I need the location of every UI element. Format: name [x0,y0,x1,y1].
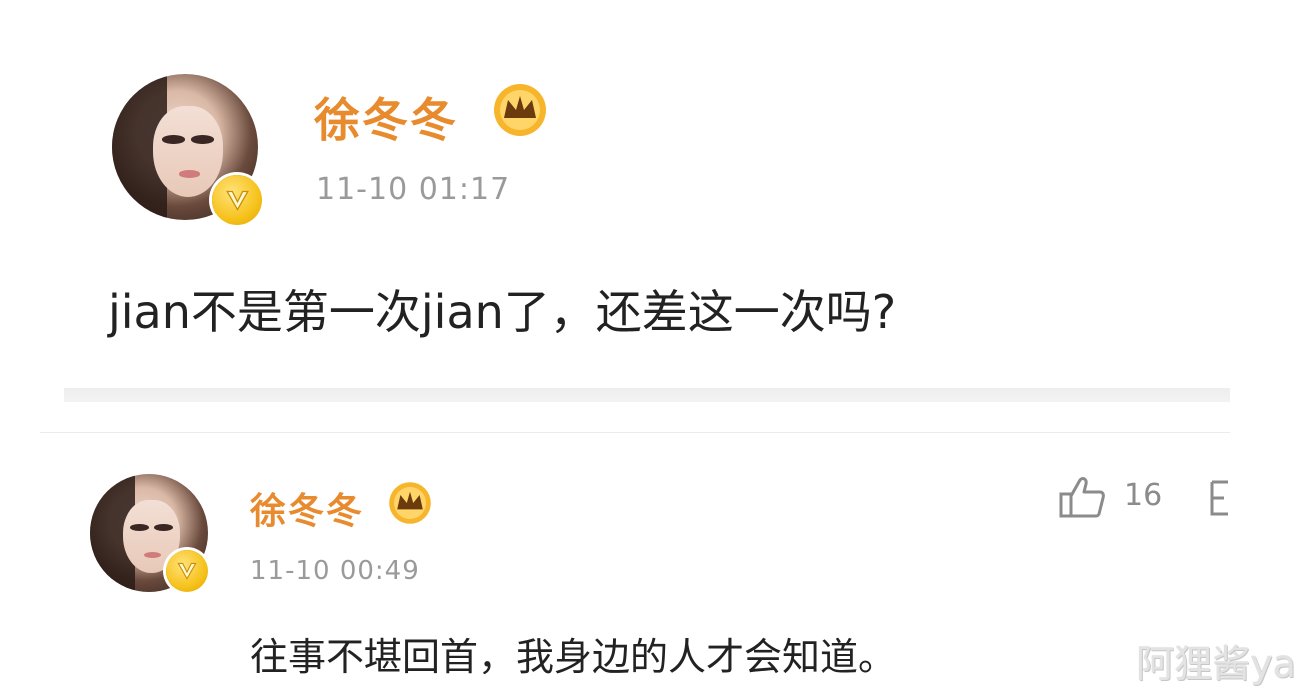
verified-badge-icon [212,175,262,225]
post-username[interactable]: 徐冬冬 [314,84,458,150]
avatar-eye-left [130,523,149,531]
watermark: 阿狸酱ya [1136,642,1296,686]
avatar-face [152,106,223,197]
like-count: 16 [1124,478,1163,513]
post-text: jian不是第一次jian了，还差这一次吗? [108,285,897,339]
vip-crown-icon [389,482,431,524]
vip-crown-icon [494,84,546,136]
avatar-eye-left [161,135,185,145]
verified-badge-icon [166,550,208,592]
post-time: 11-10 01:17 [316,172,511,207]
avatar-lips [144,551,161,558]
avatar-lips [179,170,200,178]
section-divider [64,388,1230,402]
weibo-post: 徐冬冬 11-10 01:17 jian不是第一次jian了，还差这一次吗? [0,0,1310,380]
comment-text: 往事不堪回首，我身边的人才会知道。 [250,635,897,679]
comment-time: 11-10 00:49 [250,556,420,586]
thumbs-up-icon [1059,477,1105,518]
reply-icon[interactable] [1208,478,1232,518]
avatar-eye-right [153,523,173,531]
divider-line [40,432,1230,433]
comment-username[interactable]: 徐冬冬 [250,482,364,534]
like-button[interactable] [1058,474,1106,520]
